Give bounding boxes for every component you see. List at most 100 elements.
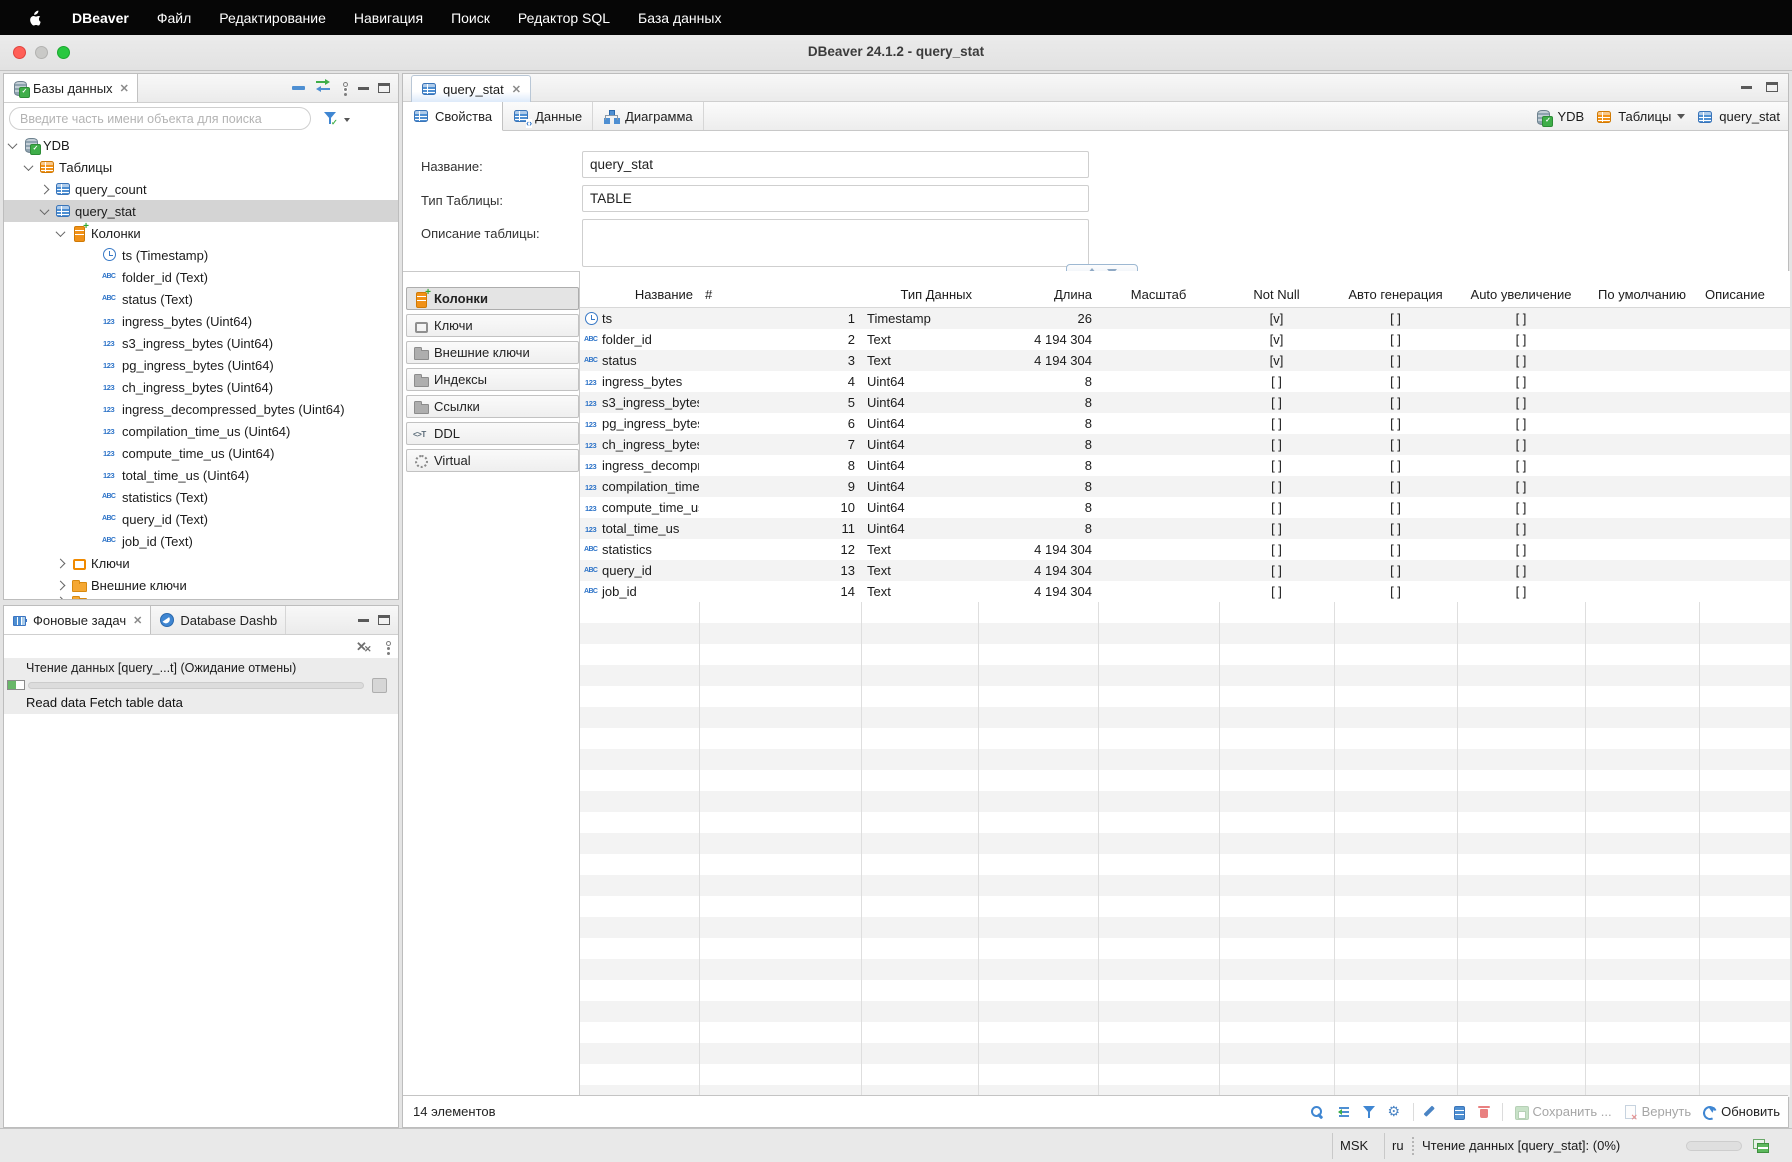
- cell-auto-generate[interactable]: [ ]: [1334, 311, 1457, 326]
- object-tab[interactable]: Индексы: [406, 368, 579, 391]
- table-row[interactable]: s3_ingress_bytes 5 Uint64 8 [ ] [ ] [ ]: [580, 392, 1790, 413]
- column-header[interactable]: #: [699, 287, 861, 307]
- tree-item[interactable]: total_time_us (Uint64): [4, 464, 398, 486]
- connections-icon[interactable]: [1752, 1137, 1768, 1153]
- cell-auto-increment[interactable]: [ ]: [1457, 521, 1585, 536]
- tree-item[interactable]: compilation_time_us (Uint64): [4, 420, 398, 442]
- cell-auto-generate[interactable]: [ ]: [1334, 563, 1457, 578]
- column-header[interactable]: Auto увеличение: [1457, 287, 1585, 307]
- tree-expander-icon[interactable]: [56, 596, 66, 599]
- close-icon[interactable]: ✕: [120, 82, 129, 95]
- cell-auto-increment[interactable]: [ ]: [1457, 311, 1585, 326]
- cell-auto-generate[interactable]: [ ]: [1334, 395, 1457, 410]
- tree-expander-icon[interactable]: [56, 227, 66, 237]
- cell-auto-increment[interactable]: [ ]: [1457, 395, 1585, 410]
- cell-not-null[interactable]: [ ]: [1219, 437, 1334, 452]
- tab-database-navigator[interactable]: Базы данных ✕: [4, 74, 138, 102]
- cell-auto-generate[interactable]: [ ]: [1334, 332, 1457, 347]
- tree-item[interactable]: pg_ingress_bytes (Uint64): [4, 354, 398, 376]
- minimize-editor-icon[interactable]: [1741, 86, 1752, 89]
- cell-auto-increment[interactable]: [ ]: [1457, 584, 1585, 599]
- table-row[interactable]: ch_ingress_bytes 7 Uint64 8 [ ] [ ] [ ]: [580, 434, 1790, 455]
- tree-item[interactable]: folder_id (Text): [4, 266, 398, 288]
- maximize-view-icon[interactable]: [378, 83, 390, 93]
- cell-not-null[interactable]: [ ]: [1219, 479, 1334, 494]
- refresh-button[interactable]: Обновить: [1701, 1104, 1780, 1120]
- table-row[interactable]: compute_time_us 10 Uint64 8 [ ] [ ] [ ]: [580, 497, 1790, 518]
- clear-finished-tasks-icon[interactable]: [356, 639, 372, 655]
- cell-not-null[interactable]: [ ]: [1219, 542, 1334, 557]
- menu-item[interactable]: База данных: [624, 10, 735, 26]
- column-header[interactable]: Масштаб: [1098, 287, 1219, 307]
- cell-auto-increment[interactable]: [ ]: [1457, 563, 1585, 578]
- cell-not-null[interactable]: [v]: [1219, 311, 1334, 326]
- menu-item[interactable]: Редактор SQL: [504, 10, 624, 26]
- edit-icon[interactable]: [1424, 1104, 1440, 1120]
- table-row[interactable]: query_id 13 Text 4 194 304 [ ] [ ] [ ]: [580, 560, 1790, 581]
- object-tab[interactable]: Ключи: [406, 314, 579, 337]
- object-tab[interactable]: Virtual: [406, 449, 579, 472]
- cell-not-null[interactable]: [ ]: [1219, 374, 1334, 389]
- column-header[interactable]: Название: [580, 287, 699, 307]
- link-with-editor-icon[interactable]: [314, 78, 332, 98]
- tree-expander-icon[interactable]: [40, 205, 50, 215]
- tree-expander-icon[interactable]: [24, 161, 34, 171]
- object-tab[interactable]: Внешние ключи: [406, 341, 579, 364]
- view-menu-icon[interactable]: [341, 81, 349, 95]
- tree-expander-icon[interactable]: [56, 580, 66, 590]
- cell-auto-generate[interactable]: [ ]: [1334, 479, 1457, 494]
- table-description-field[interactable]: [582, 219, 1089, 267]
- tree-item[interactable]: [4, 596, 398, 599]
- cell-auto-generate[interactable]: [ ]: [1334, 500, 1457, 515]
- tab-database-dashboard[interactable]: Database Dashb: [151, 606, 286, 634]
- cell-auto-generate[interactable]: [ ]: [1334, 542, 1457, 557]
- cell-auto-increment[interactable]: [ ]: [1457, 353, 1585, 368]
- minimize-view-icon[interactable]: [358, 619, 369, 622]
- tree-item[interactable]: query_count: [4, 178, 398, 200]
- tree-expander-icon[interactable]: [40, 184, 50, 194]
- close-icon[interactable]: ✕: [133, 614, 142, 627]
- maximize-view-icon[interactable]: [378, 615, 390, 625]
- cell-auto-generate[interactable]: [ ]: [1334, 521, 1457, 536]
- tree-item[interactable]: s3_ingress_bytes (Uint64): [4, 332, 398, 354]
- table-row[interactable]: job_id 14 Text 4 194 304 [ ] [ ] [ ]: [580, 581, 1790, 602]
- menu-item[interactable]: Редактирование: [205, 10, 340, 26]
- cell-auto-increment[interactable]: [ ]: [1457, 500, 1585, 515]
- column-header[interactable]: Not Null: [1219, 287, 1334, 307]
- cell-auto-increment[interactable]: [ ]: [1457, 542, 1585, 557]
- view-menu-icon[interactable]: [384, 640, 392, 654]
- table-name-field[interactable]: [582, 151, 1089, 178]
- close-icon[interactable]: ✕: [512, 83, 521, 96]
- tree-item[interactable]: compute_time_us (Uint64): [4, 442, 398, 464]
- table-row[interactable]: statistics 12 Text 4 194 304 [ ] [ ] [ ]: [580, 539, 1790, 560]
- table-row[interactable]: folder_id 2 Text 4 194 304 [v] [ ] [ ]: [580, 329, 1790, 350]
- minimize-view-icon[interactable]: [358, 87, 369, 90]
- tree-item[interactable]: query_id (Text): [4, 508, 398, 530]
- column-header[interactable]: Описание: [1699, 287, 1790, 307]
- editor-tab-query-stat[interactable]: query_stat ✕: [411, 75, 531, 102]
- gear-icon[interactable]: [1387, 1104, 1403, 1120]
- configure-columns-icon[interactable]: [1335, 1104, 1351, 1120]
- menu-item[interactable]: Навигация: [340, 10, 437, 26]
- tree-item[interactable]: Внешние ключи: [4, 574, 398, 596]
- cell-not-null[interactable]: [ ]: [1219, 395, 1334, 410]
- tree-item[interactable]: ts (Timestamp): [4, 244, 398, 266]
- tab-background-tasks[interactable]: Фоновые задач ✕: [4, 606, 151, 634]
- table-type-field[interactable]: [582, 185, 1089, 212]
- cell-auto-generate[interactable]: [ ]: [1334, 437, 1457, 452]
- filter-icon[interactable]: [1361, 1104, 1377, 1120]
- save-button[interactable]: Сохранить ...: [1513, 1104, 1612, 1120]
- cell-auto-generate[interactable]: [ ]: [1334, 458, 1457, 473]
- search-input[interactable]: [9, 107, 311, 130]
- tree-item[interactable]: Колонки: [4, 222, 398, 244]
- chevron-down-icon[interactable]: [1677, 114, 1685, 123]
- tab-properties[interactable]: Свойства: [403, 102, 503, 131]
- search-icon[interactable]: [1309, 1104, 1325, 1120]
- cell-not-null[interactable]: [ ]: [1219, 416, 1334, 431]
- menu-item[interactable]: Файл: [143, 10, 205, 26]
- object-tab[interactable]: Ссылки: [406, 395, 579, 418]
- cell-auto-increment[interactable]: [ ]: [1457, 416, 1585, 431]
- cell-auto-increment[interactable]: [ ]: [1457, 479, 1585, 494]
- table-row[interactable]: ingress_decompressed_bytes 8 Uint64 8 [ …: [580, 455, 1790, 476]
- cell-auto-increment[interactable]: [ ]: [1457, 332, 1585, 347]
